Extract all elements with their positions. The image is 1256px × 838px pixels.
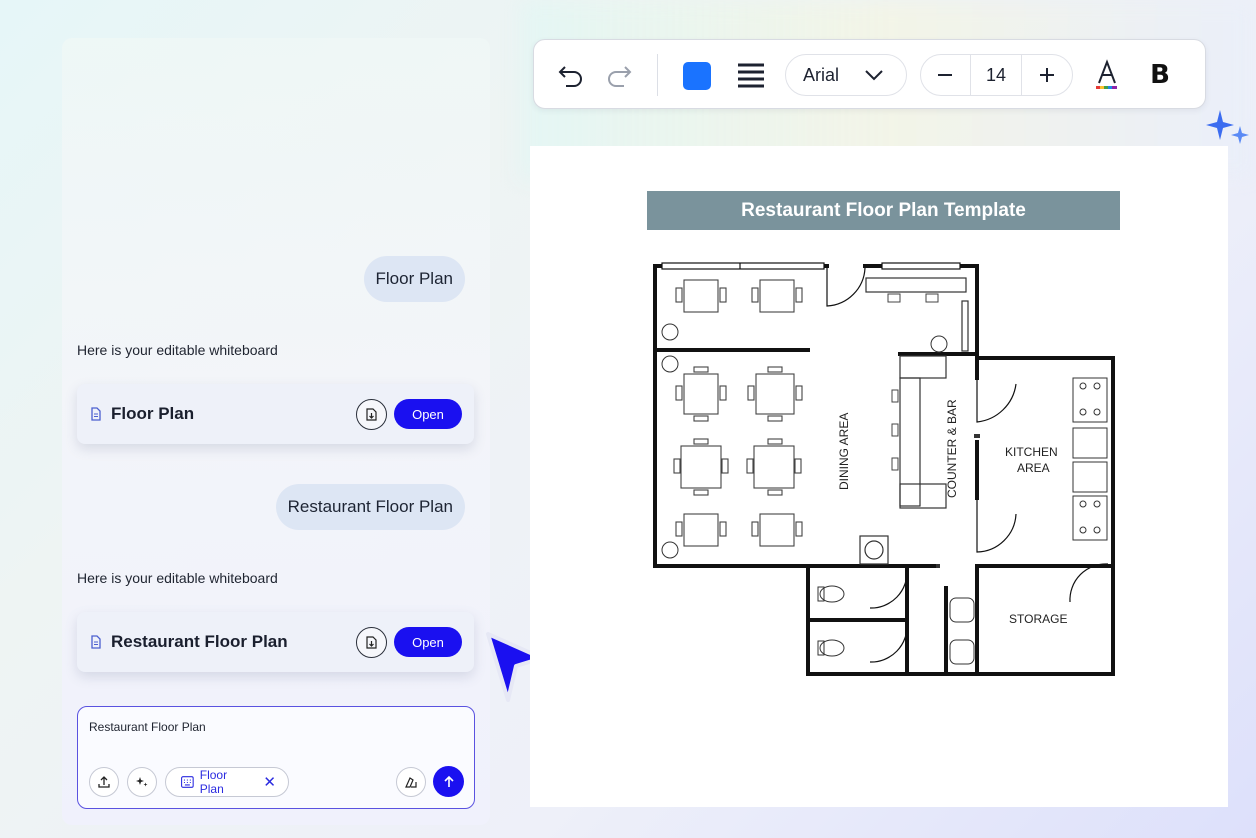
close-icon[interactable]: ✕ xyxy=(263,773,276,791)
arrow-up-icon xyxy=(443,775,454,787)
line-weight-button[interactable] xyxy=(736,60,766,90)
fill-color-swatch[interactable] xyxy=(683,62,711,90)
room-label-kitchen-2: AREA xyxy=(1017,461,1050,475)
redo-icon xyxy=(608,66,632,87)
room-label-dining: DINING AREA xyxy=(837,413,851,490)
increase-size-button[interactable] xyxy=(1022,55,1072,95)
font-color-icon xyxy=(1096,59,1117,89)
file-title: Restaurant Floor Plan xyxy=(111,632,288,651)
upload-button[interactable] xyxy=(89,767,119,797)
font-size-stepper: 14 xyxy=(920,54,1073,96)
download-icon xyxy=(366,407,377,421)
lines-icon xyxy=(738,63,764,88)
decrease-size-button[interactable] xyxy=(921,55,971,95)
undo-icon xyxy=(558,66,582,87)
sparkle-icon xyxy=(1206,110,1249,144)
file-title: Floor Plan xyxy=(111,404,195,423)
keyboard-icon xyxy=(181,776,194,788)
chat-input-box[interactable]: Floor Plan ✕ xyxy=(77,706,475,809)
toolbar-divider xyxy=(657,54,658,96)
room-label-storage: STORAGE xyxy=(1009,612,1067,626)
redo-button[interactable] xyxy=(604,62,634,88)
undo-button[interactable] xyxy=(556,62,586,88)
upload-icon xyxy=(98,776,110,788)
assistant-message: Here is your editable whiteboard xyxy=(77,342,278,358)
user-message: Restaurant Floor Plan xyxy=(275,484,465,530)
bold-button[interactable]: B xyxy=(1145,58,1175,92)
font-family-select[interactable]: Arial xyxy=(785,54,907,96)
palette-icon xyxy=(405,777,417,788)
document-icon xyxy=(89,635,103,649)
tag-label: Floor Plan xyxy=(199,768,228,796)
ai-magic-button[interactable] xyxy=(127,767,157,797)
file-card: Floor Plan Open xyxy=(77,384,474,444)
style-button[interactable] xyxy=(396,767,426,797)
file-card: Restaurant Floor Plan Open xyxy=(77,612,474,672)
room-label-kitchen-1: KITCHEN xyxy=(1005,445,1058,459)
chat-panel: Floor Plan Here is your editable whitebo… xyxy=(62,38,490,825)
chevron-down-icon xyxy=(865,70,883,81)
open-button[interactable]: Open xyxy=(394,627,462,657)
chat-input[interactable] xyxy=(89,720,459,734)
whiteboard-canvas[interactable]: Restaurant Floor Plan Template DINING AR… xyxy=(530,146,1228,807)
format-toolbar: Arial 14 B xyxy=(533,39,1206,109)
minus-icon xyxy=(938,74,953,76)
assistant-message: Here is your editable whiteboard xyxy=(77,570,278,586)
font-family-value: Arial xyxy=(803,64,840,85)
font-size-value[interactable]: 14 xyxy=(971,55,1023,95)
download-button[interactable] xyxy=(356,626,387,658)
floor-plan-drawing[interactable]: DINING AREA COUNTER & BAR KITCHEN AREA S… xyxy=(530,146,1228,807)
room-label-counter: COUNTER & BAR xyxy=(945,399,959,498)
sparkle-icon xyxy=(136,777,148,787)
user-message: Floor Plan xyxy=(363,256,465,302)
open-button[interactable]: Open xyxy=(394,399,462,429)
download-icon xyxy=(366,635,377,649)
send-button[interactable] xyxy=(433,766,464,797)
download-button[interactable] xyxy=(356,398,387,430)
floor-plan-tag[interactable]: Floor Plan ✕ xyxy=(165,767,289,797)
font-color-button[interactable] xyxy=(1092,58,1122,92)
document-icon xyxy=(89,407,103,421)
plus-icon xyxy=(1040,68,1055,82)
